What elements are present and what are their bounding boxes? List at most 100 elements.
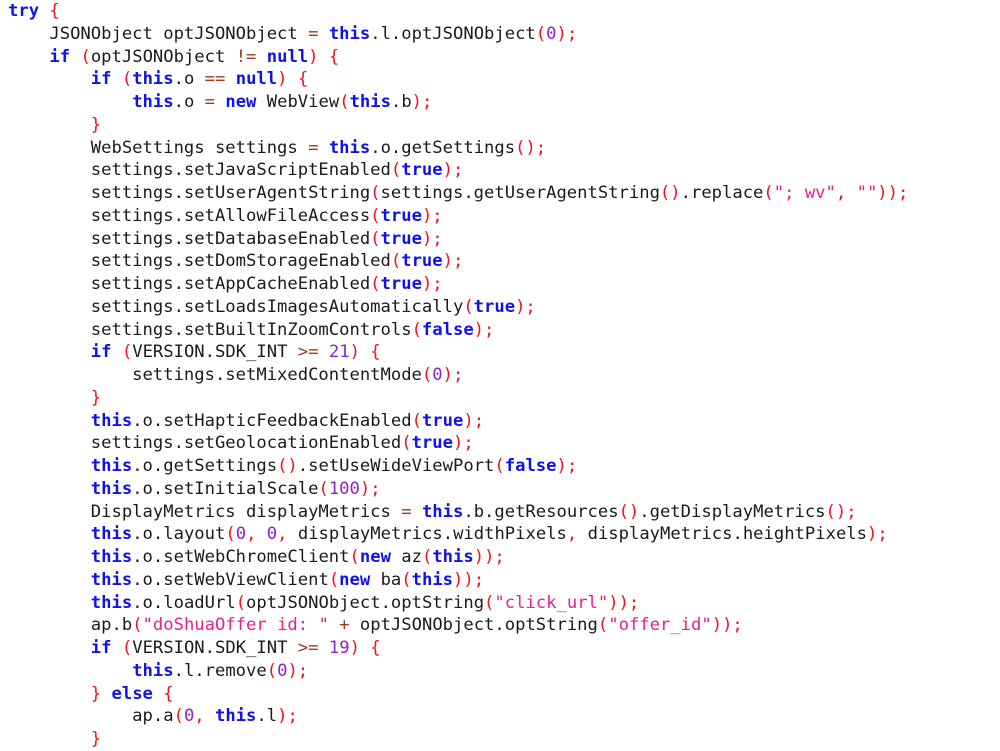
code-token-keyword: this — [411, 569, 454, 590]
code-token-punct: { — [297, 69, 309, 90]
code-token-operator: + — [339, 615, 350, 636]
code-token-punct: ); — [411, 92, 433, 112]
code-token-punct: )); — [473, 547, 505, 567]
code-token-punct: ); — [515, 296, 536, 317]
code-token-punct: )); — [711, 615, 743, 636]
code-token-keyword: this — [132, 69, 174, 90]
code-token-plain: settings.setDatabaseEnabled — [8, 228, 371, 249]
code-line: this.o = new WebView(this.b); — [0, 91, 1000, 114]
code-token-keyword: this — [349, 92, 391, 112]
code-token-keyword: this — [90, 410, 133, 431]
code-token-punct: { — [163, 683, 174, 704]
code-line: } — [0, 114, 1000, 137]
code-token-keyword: this — [432, 547, 474, 567]
code-token-keyword: this — [90, 456, 133, 476]
code-line: this.o.loadUrl(optJSONObject.optString("… — [0, 592, 1000, 615]
code-token-number: 0 — [235, 524, 247, 545]
code-line: this.o.layout(0, 0, displayMetrics.width… — [0, 523, 1000, 546]
code-token-punct: ( — [235, 592, 247, 613]
code-token-keyword: true — [380, 205, 422, 226]
code-token-punct: )); — [877, 183, 909, 203]
code-token-punct: { — [370, 638, 381, 658]
code-token-punct: ( — [266, 660, 278, 681]
code-token-punct: , — [277, 524, 288, 545]
code-token-punct: ( — [401, 569, 412, 590]
code-token-punct: , — [566, 524, 578, 545]
code-token-punct: ( — [121, 638, 133, 658]
code-line: if (optJSONObject != null) { — [0, 46, 1000, 69]
code-token-keyword: true — [401, 160, 443, 181]
code-line: } — [0, 387, 1000, 410]
code-token-punct: ); — [421, 274, 443, 294]
code-token-keyword: if — [90, 638, 112, 658]
code-token-plain: .l.optJSONObject — [370, 23, 536, 44]
code-token-punct: ( — [597, 615, 609, 636]
code-token-keyword: this — [421, 501, 464, 522]
code-token-punct: ( — [370, 228, 381, 249]
code-token-plain: .o.layout — [132, 524, 226, 545]
code-token-punct: ); — [556, 23, 578, 44]
code-token-plain: displayMetrics.heightPixels — [577, 524, 867, 545]
code-token-plain: optJSONObject.optString — [246, 592, 485, 613]
code-token-punct: ); — [452, 433, 474, 454]
code-token-punct: ( — [763, 183, 774, 203]
code-token-plain: .b — [390, 92, 412, 112]
code-token-number: 0 — [183, 706, 195, 727]
code-token-keyword: else — [111, 683, 153, 704]
code-token-plain: .l — [256, 706, 278, 727]
code-token-punct: ( — [411, 319, 422, 340]
code-token-punct: (); — [825, 501, 857, 522]
code-token-keyword: try — [8, 1, 40, 21]
code-token-punct: ); — [421, 205, 443, 226]
code-token-punct: ); — [442, 160, 464, 181]
code-token-operator: == — [204, 69, 226, 90]
code-viewer[interactable]: try { JSONObject optJSONObject = this.l.… — [0, 0, 1000, 750]
code-line: this.o.setHapticFeedbackEnabled(true); — [0, 410, 1000, 433]
code-token-plain: settings.setUserAgentString — [8, 183, 371, 203]
code-token-plain: .o.setWebChromeClient — [132, 547, 350, 567]
code-token-keyword: true — [421, 410, 464, 431]
code-line: } else { — [0, 683, 1000, 706]
code-token-number: 0 — [546, 23, 557, 44]
code-token-plain: .l.remove — [173, 660, 267, 681]
code-token-punct: ( — [535, 23, 547, 44]
code-token-keyword: true — [411, 433, 453, 454]
code-token-punct: ); — [556, 456, 578, 476]
code-token-plain: az — [390, 547, 422, 567]
code-token-punct: } — [90, 683, 102, 704]
code-token-punct: ) — [349, 638, 360, 658]
code-token-punct: ); — [473, 319, 495, 340]
code-token-keyword: this — [90, 592, 133, 613]
code-token-keyword: this — [90, 547, 133, 567]
code-token-keyword: if — [90, 69, 112, 90]
code-token-plain: settings.setJavaScriptEnabled — [8, 160, 391, 181]
code-token-punct: , — [835, 183, 847, 203]
code-token-punct: } — [90, 729, 102, 749]
code-token-punct: ( — [173, 706, 184, 727]
code-token-keyword: false — [421, 319, 474, 340]
code-token-punct: )); — [453, 569, 485, 590]
code-token-punct: ) — [349, 342, 360, 363]
code-token-plain: ap.b — [8, 615, 133, 636]
code-token-plain: settings.setGeolocationEnabled — [8, 433, 402, 454]
code-token-punct: ( — [132, 615, 143, 636]
code-token-punct: ( — [225, 524, 236, 545]
code-token-keyword: this — [328, 23, 371, 44]
code-token-punct: ( — [370, 205, 381, 226]
code-token-punct: (); — [515, 137, 547, 158]
